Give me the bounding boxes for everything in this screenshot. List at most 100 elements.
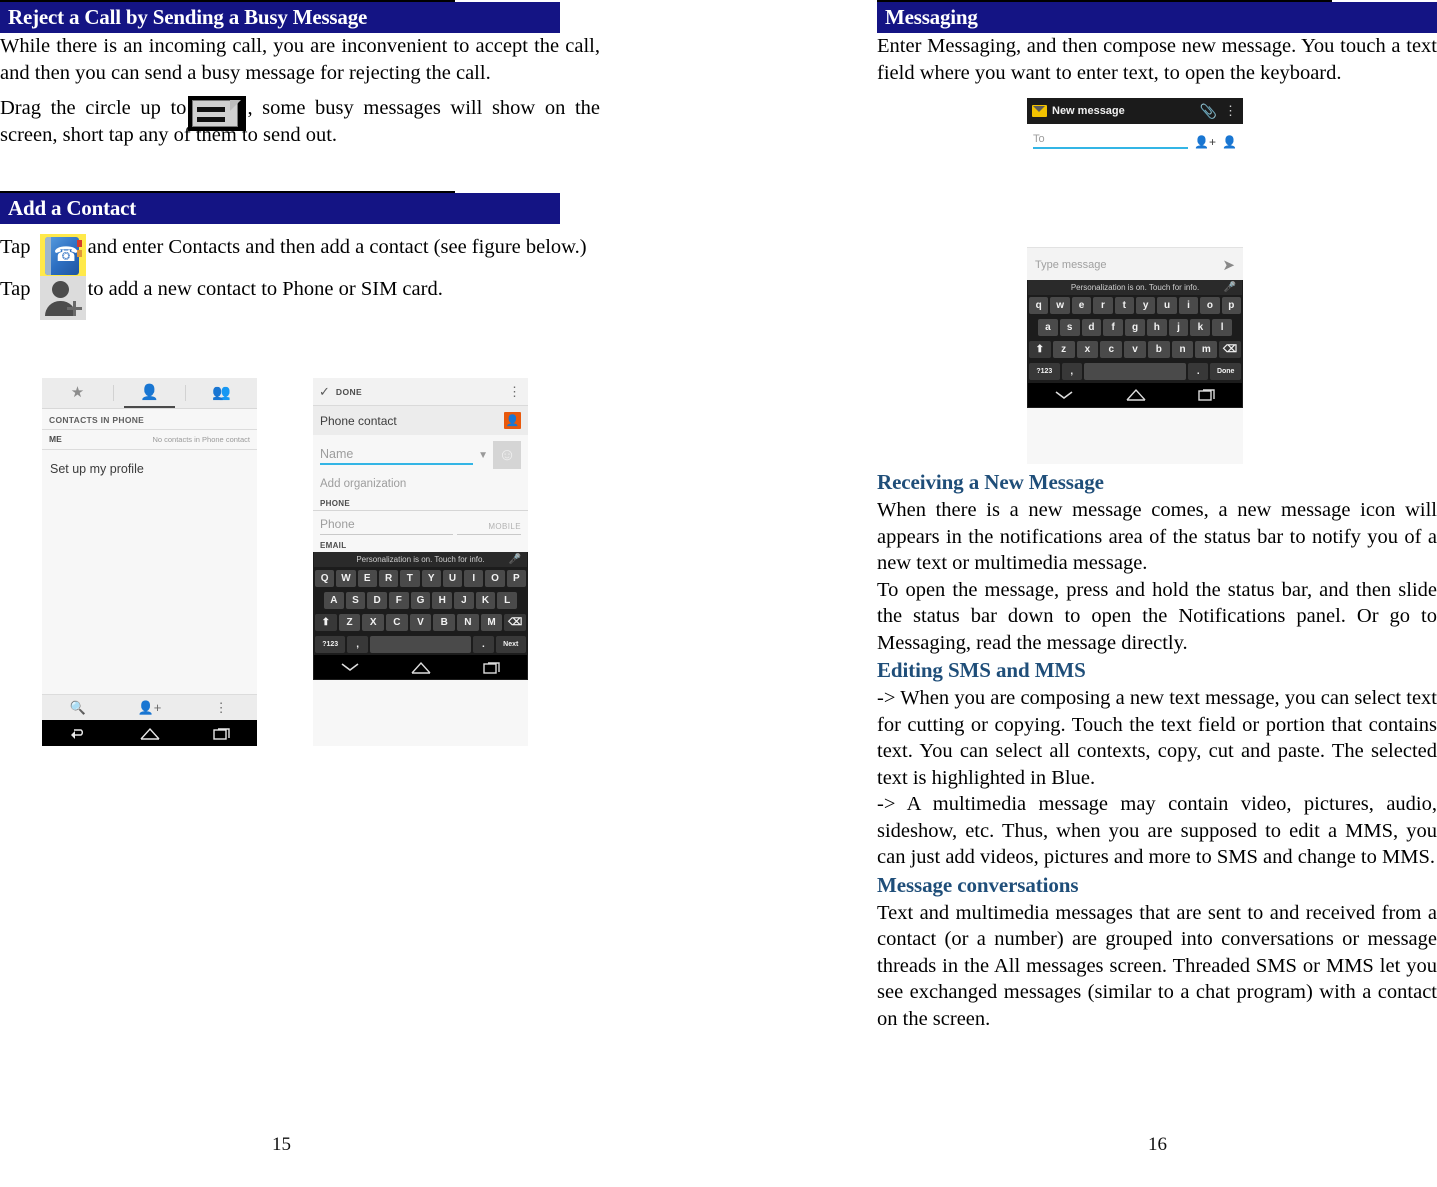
comma-key[interactable]: ,	[1061, 363, 1082, 380]
done-button[interactable]: DONE	[336, 387, 362, 397]
space-key[interactable]	[369, 635, 472, 653]
space-key[interactable]	[1084, 363, 1186, 380]
next-key[interactable]: Next	[495, 635, 526, 653]
keyboard-hint-bar[interactable]: Personalization is on. Touch for info. 🎤	[1028, 279, 1242, 295]
key[interactable]: I	[464, 569, 484, 587]
key[interactable]: L	[497, 591, 518, 609]
home-icon[interactable]	[411, 661, 432, 674]
key[interactable]: j	[1168, 319, 1189, 336]
organization-input[interactable]: Add organization	[313, 471, 528, 496]
keyboard-hint-bar[interactable]: Personalization is on. Touch for info. 🎤	[314, 552, 527, 567]
key[interactable]: M	[480, 613, 503, 631]
home-icon[interactable]	[139, 727, 160, 740]
key[interactable]: y	[1136, 297, 1156, 314]
done-key[interactable]: Done	[1210, 363, 1241, 380]
key[interactable]: c	[1100, 341, 1123, 358]
set-up-my-profile-row[interactable]: Set up my profile	[42, 450, 257, 488]
key[interactable]: o	[1200, 297, 1220, 314]
recents-icon[interactable]	[1198, 388, 1216, 401]
key[interactable]: q	[1028, 297, 1049, 314]
key[interactable]: V	[409, 613, 432, 631]
key[interactable]: Q	[315, 569, 335, 587]
key[interactable]: K	[475, 591, 496, 609]
key[interactable]: f	[1103, 319, 1124, 336]
recents-icon[interactable]	[483, 661, 501, 674]
favorites-tab[interactable]: ★	[42, 378, 113, 408]
key[interactable]: E	[357, 569, 377, 587]
key[interactable]: p	[1221, 297, 1242, 314]
add-person-icon[interactable]: 👤+	[114, 695, 186, 720]
recents-icon[interactable]	[212, 727, 231, 740]
search-icon[interactable]: 🔍	[42, 695, 114, 720]
compose-placeholder[interactable]: Type message	[1035, 259, 1107, 271]
symbols-key[interactable]: ?123	[1029, 363, 1060, 380]
chevron-down-icon[interactable]	[1054, 390, 1074, 400]
contacts-tab[interactable]: 👤	[114, 378, 185, 408]
key[interactable]: F	[389, 591, 409, 609]
key[interactable]: v	[1124, 341, 1146, 358]
symbols-key[interactable]: ?123	[315, 635, 346, 653]
chevron-down-icon[interactable]	[340, 662, 360, 672]
key[interactable]: i	[1178, 297, 1199, 314]
key[interactable]: O	[485, 569, 505, 587]
me-row[interactable]: ME No contacts in Phone contact	[42, 430, 257, 450]
microphone-icon[interactable]: 🎤	[509, 554, 521, 565]
key[interactable]: s	[1059, 319, 1080, 336]
key[interactable]: r	[1093, 297, 1113, 314]
person-icon[interactable]: 👤	[1222, 135, 1237, 149]
key[interactable]: T	[400, 569, 420, 587]
key[interactable]: S	[345, 591, 366, 609]
key[interactable]: Y	[421, 569, 441, 587]
key[interactable]: d	[1081, 319, 1102, 336]
photo-placeholder-icon[interactable]: ☺	[493, 441, 521, 469]
phone-field-row[interactable]: Phone MOBILE	[313, 511, 528, 534]
key[interactable]: x	[1076, 341, 1099, 358]
key[interactable]: G	[410, 591, 431, 609]
key[interactable]: C	[386, 613, 408, 631]
kebab-icon[interactable]: ⋮	[508, 384, 522, 400]
back-arrow-icon[interactable]	[69, 726, 87, 740]
key[interactable]: J	[454, 591, 474, 609]
period-key[interactable]: .	[1188, 363, 1209, 380]
key[interactable]: k	[1190, 319, 1211, 336]
send-icon[interactable]: ➤	[1222, 256, 1235, 274]
backspace-key[interactable]: ⌫	[504, 613, 527, 631]
name-input[interactable]: Name	[320, 445, 474, 465]
kebab-icon[interactable]: ⋮	[185, 695, 257, 720]
key[interactable]: b	[1147, 341, 1170, 358]
key[interactable]: U	[442, 569, 463, 587]
key[interactable]: t	[1114, 297, 1134, 314]
key[interactable]: e	[1071, 297, 1092, 314]
key[interactable]: P	[506, 569, 526, 587]
key[interactable]: a	[1037, 319, 1058, 336]
key[interactable]: D	[367, 591, 387, 609]
key[interactable]: m	[1195, 341, 1218, 358]
key[interactable]: n	[1171, 341, 1194, 358]
key[interactable]: z	[1052, 341, 1075, 358]
phone-type-selector[interactable]: MOBILE	[488, 522, 521, 531]
key[interactable]: g	[1125, 319, 1145, 336]
key[interactable]: A	[323, 591, 344, 609]
key[interactable]: h	[1146, 319, 1167, 336]
key[interactable]: B	[433, 613, 456, 631]
key[interactable]: l	[1212, 319, 1233, 336]
key[interactable]: u	[1157, 297, 1177, 314]
comma-key[interactable]: ,	[347, 635, 368, 653]
microphone-icon[interactable]: 🎤	[1224, 282, 1236, 293]
home-icon[interactable]	[1126, 388, 1146, 401]
key[interactable]: R	[378, 569, 399, 587]
shift-key[interactable]: ⬆	[1028, 341, 1051, 358]
shift-key[interactable]: ⬆	[314, 613, 337, 631]
add-person-icon[interactable]: 👤+	[1194, 135, 1216, 149]
key[interactable]: X	[362, 613, 384, 631]
key[interactable]: W	[336, 569, 356, 587]
backspace-key[interactable]: ⌫	[1219, 341, 1242, 358]
key[interactable]: w	[1050, 297, 1070, 314]
period-key[interactable]: .	[473, 635, 494, 653]
key[interactable]: H	[432, 591, 453, 609]
key[interactable]: N	[457, 613, 479, 631]
chevron-down-icon[interactable]: ▼	[478, 450, 488, 461]
kebab-icon[interactable]: ⋮	[1224, 103, 1238, 119]
groups-tab[interactable]: 👥	[186, 378, 257, 408]
key[interactable]: Z	[338, 613, 361, 631]
